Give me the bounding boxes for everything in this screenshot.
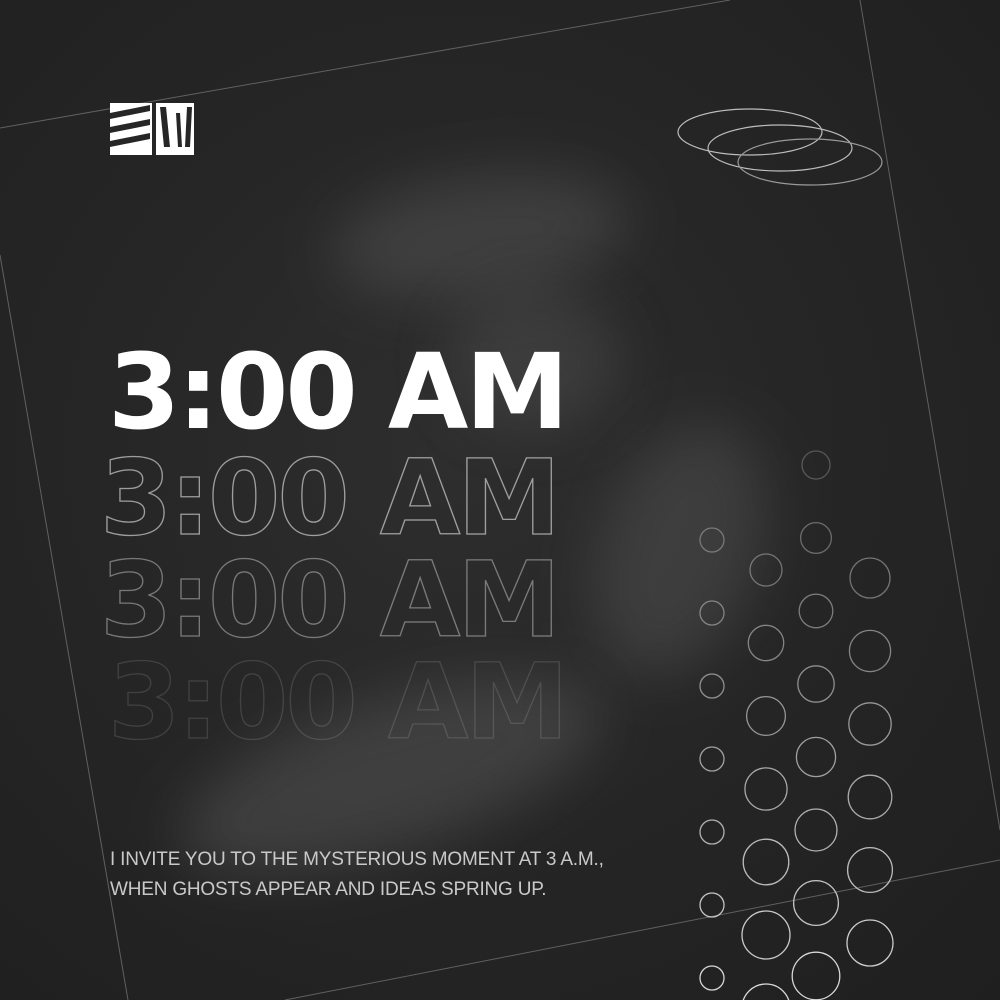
orbit-ellipses-icon [677, 108, 883, 186]
pattern-circle [791, 951, 841, 1000]
pattern-circle [745, 695, 787, 737]
caption: I INVITE YOU TO THE MYSTERIOUS MOMENT AT… [110, 845, 670, 905]
pattern-circle [798, 593, 834, 629]
circle-grid-pattern [699, 450, 894, 1000]
pattern-circle [846, 846, 894, 894]
headline-echo-1: 3:00 AM [99, 437, 561, 559]
pattern-circle [749, 553, 783, 587]
caption-line-1: I INVITE YOU TO THE MYSTERIOUS MOMENT AT… [110, 849, 604, 870]
poster-canvas: 3:00 AM 3:00 AM 3:00 AM 3:00 AM I INVITE… [0, 0, 1000, 1000]
pattern-circle [797, 665, 835, 703]
headline-echo-3: 3:00 AM [107, 641, 569, 763]
pattern-circle [699, 600, 725, 626]
pattern-circle [699, 892, 725, 918]
pattern-circle [799, 521, 833, 555]
pattern-circle [747, 624, 785, 662]
pattern-circle [742, 983, 790, 1000]
headline-time: 3:00 AM [108, 331, 569, 453]
pattern-circle [742, 838, 790, 886]
sw-monogram-icon [110, 103, 194, 155]
pattern-circle [699, 819, 725, 845]
pattern-circle [699, 965, 725, 991]
pattern-circle [846, 919, 894, 967]
headline-echo-2: 3:00 AM [99, 539, 561, 661]
pattern-circle [795, 736, 837, 778]
pattern-circle [801, 450, 831, 480]
pattern-circle [792, 879, 840, 927]
pattern-circle [847, 774, 893, 820]
caption-line-2: WHEN GHOSTS APPEAR AND IDEAS SPRING UP. [110, 879, 547, 900]
pattern-circle [699, 527, 725, 553]
pattern-circle [699, 673, 725, 699]
pattern-circle [794, 808, 838, 852]
pattern-circle [741, 910, 791, 960]
pattern-circle [849, 557, 891, 599]
pattern-circle [848, 702, 892, 746]
pattern-circle [744, 767, 788, 811]
pattern-circle [699, 746, 725, 772]
pattern-circle [848, 629, 892, 673]
